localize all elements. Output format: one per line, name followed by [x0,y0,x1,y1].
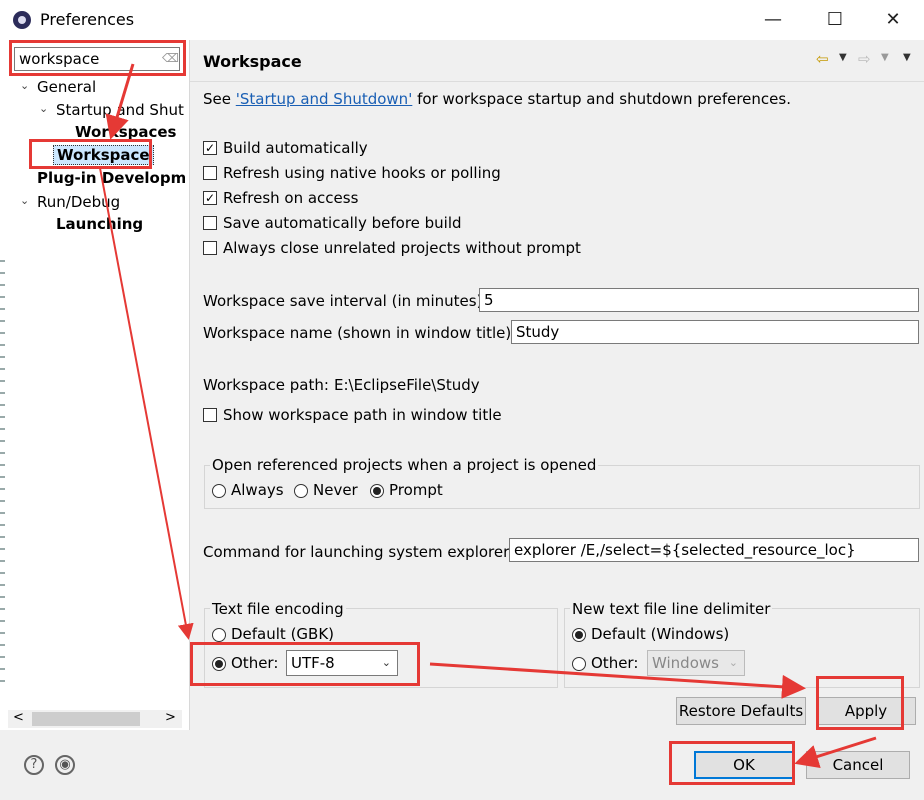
annotation-arrows [99,63,877,769]
arrow-workspace-to-encoding [99,167,194,640]
arrow-search-to-workspace [105,63,135,140]
arrow-encoding-to-apply [429,662,806,699]
arrow-apply-to-ok [794,736,877,769]
